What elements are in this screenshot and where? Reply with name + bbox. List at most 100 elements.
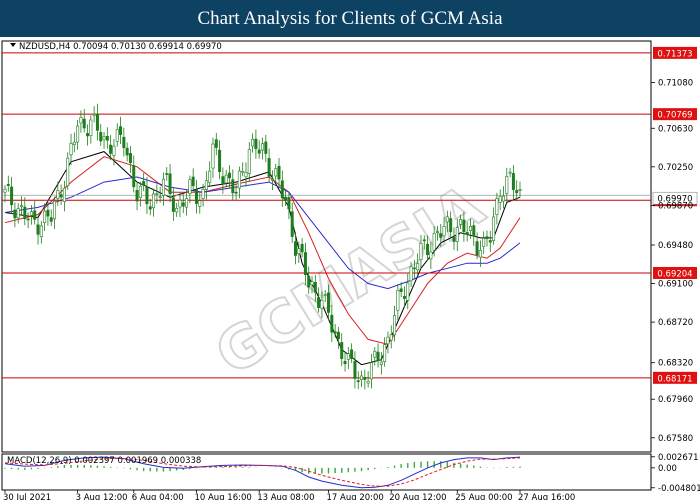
candle-body xyxy=(478,250,482,258)
x-tick-label-8: 25 Aug 00:00 xyxy=(455,493,512,500)
candle-body xyxy=(201,189,205,200)
candle-body xyxy=(468,225,472,231)
candle-body xyxy=(95,113,99,131)
candle-body xyxy=(379,361,383,365)
candle-body xyxy=(442,226,446,237)
title-banner: Chart Analysis for Clients of GCM Asia xyxy=(0,0,700,37)
candle-body xyxy=(501,195,505,202)
price-tick-label-4: 0.69870 xyxy=(658,201,693,211)
candle-body xyxy=(462,219,466,233)
candle-body xyxy=(79,117,83,124)
candle-body xyxy=(412,267,416,270)
candle-body xyxy=(211,143,215,169)
price-tick-label-1: 0.71080 xyxy=(658,79,693,89)
candle-body xyxy=(399,288,403,292)
candle-body xyxy=(214,139,218,148)
candle-body xyxy=(317,297,321,308)
candle-body xyxy=(439,233,443,238)
candle-body xyxy=(161,178,165,196)
price-tick-label-7: 0.68720 xyxy=(658,318,693,328)
candle-body xyxy=(89,119,93,136)
candle-body xyxy=(237,170,241,189)
candle-body xyxy=(459,219,463,225)
candle-body xyxy=(145,186,149,205)
candle-body xyxy=(33,210,37,220)
candle-body xyxy=(125,147,129,156)
x-tick-label-5: 13 Aug 08:00 xyxy=(257,493,314,500)
level-label-5: 0.68171 xyxy=(657,374,692,384)
candle-body xyxy=(165,173,169,175)
candle-body xyxy=(333,331,337,334)
candle-body xyxy=(26,218,30,221)
candle-body xyxy=(128,153,132,163)
candle-body xyxy=(435,231,439,234)
candle-body xyxy=(485,236,489,240)
macd-header: MACD(12,26,9) 0.002397 0.001969 0.000338 xyxy=(7,456,201,466)
candle-body xyxy=(76,125,80,143)
candle-body xyxy=(135,190,139,202)
candle-body xyxy=(3,188,7,193)
price-tick-label-10: 0.67580 xyxy=(658,434,693,444)
candle-body xyxy=(86,133,90,137)
candle-body xyxy=(155,193,159,195)
price-tick-label-6: 0.69100 xyxy=(658,280,693,290)
candle-body xyxy=(20,205,24,208)
candle-body xyxy=(406,282,410,301)
candle-body xyxy=(482,238,486,247)
candle-body xyxy=(452,237,456,242)
candle-body xyxy=(16,208,20,219)
candle-body xyxy=(465,232,469,235)
price-tick-label-5: 0.69480 xyxy=(658,241,693,251)
candle-body xyxy=(56,190,60,199)
price-chart: GCMASIA 0.713730.707690.699210.692040.68… xyxy=(0,37,700,500)
candle-body xyxy=(310,281,314,286)
candle-body xyxy=(419,243,423,260)
candle-body xyxy=(99,131,103,142)
candle-body xyxy=(307,275,311,288)
candle-body xyxy=(29,211,33,216)
candle-body xyxy=(284,196,288,201)
candle-body xyxy=(53,200,57,220)
candle-body xyxy=(393,315,397,336)
candle-body xyxy=(356,380,360,382)
candle-body xyxy=(241,170,245,173)
candle-body xyxy=(109,144,113,154)
candle-body xyxy=(218,149,222,173)
macd-tick-label-2: 0.00 xyxy=(658,464,677,474)
candle-body xyxy=(350,349,354,359)
candle-body xyxy=(264,141,268,154)
candle-body xyxy=(353,360,357,379)
macd-tick-label-1: 0.002671 xyxy=(658,453,699,463)
candle-body xyxy=(43,210,47,224)
candle-body xyxy=(49,217,53,222)
candle-body xyxy=(327,292,331,313)
candle-body xyxy=(158,196,162,198)
candle-body xyxy=(191,176,195,187)
candle-body xyxy=(72,141,76,146)
candle-body xyxy=(181,202,185,207)
candle-body xyxy=(323,294,327,296)
candle-body xyxy=(386,336,390,345)
candle-body xyxy=(82,118,86,129)
candle-body xyxy=(475,241,479,256)
candle-body xyxy=(389,334,393,341)
candle-body xyxy=(402,295,406,299)
candle-body xyxy=(346,353,350,360)
candle-body xyxy=(369,362,373,380)
candle-body xyxy=(36,224,40,235)
candle-body xyxy=(280,180,284,199)
candle-body xyxy=(290,211,294,237)
candle-body xyxy=(449,218,453,233)
x-tick-label-3: 6 Aug 04:00 xyxy=(132,493,184,500)
candle-body xyxy=(343,361,347,365)
candle-body xyxy=(254,138,258,150)
candle-body xyxy=(122,136,126,149)
candle-body xyxy=(297,248,301,255)
candle-body xyxy=(204,180,208,190)
candle-body xyxy=(105,136,109,141)
candle-body xyxy=(498,196,502,203)
candle-body xyxy=(472,225,476,237)
candle-body xyxy=(303,252,307,276)
candle-body xyxy=(188,179,192,194)
x-tick-label-7: 20 Aug 12:00 xyxy=(389,493,446,500)
